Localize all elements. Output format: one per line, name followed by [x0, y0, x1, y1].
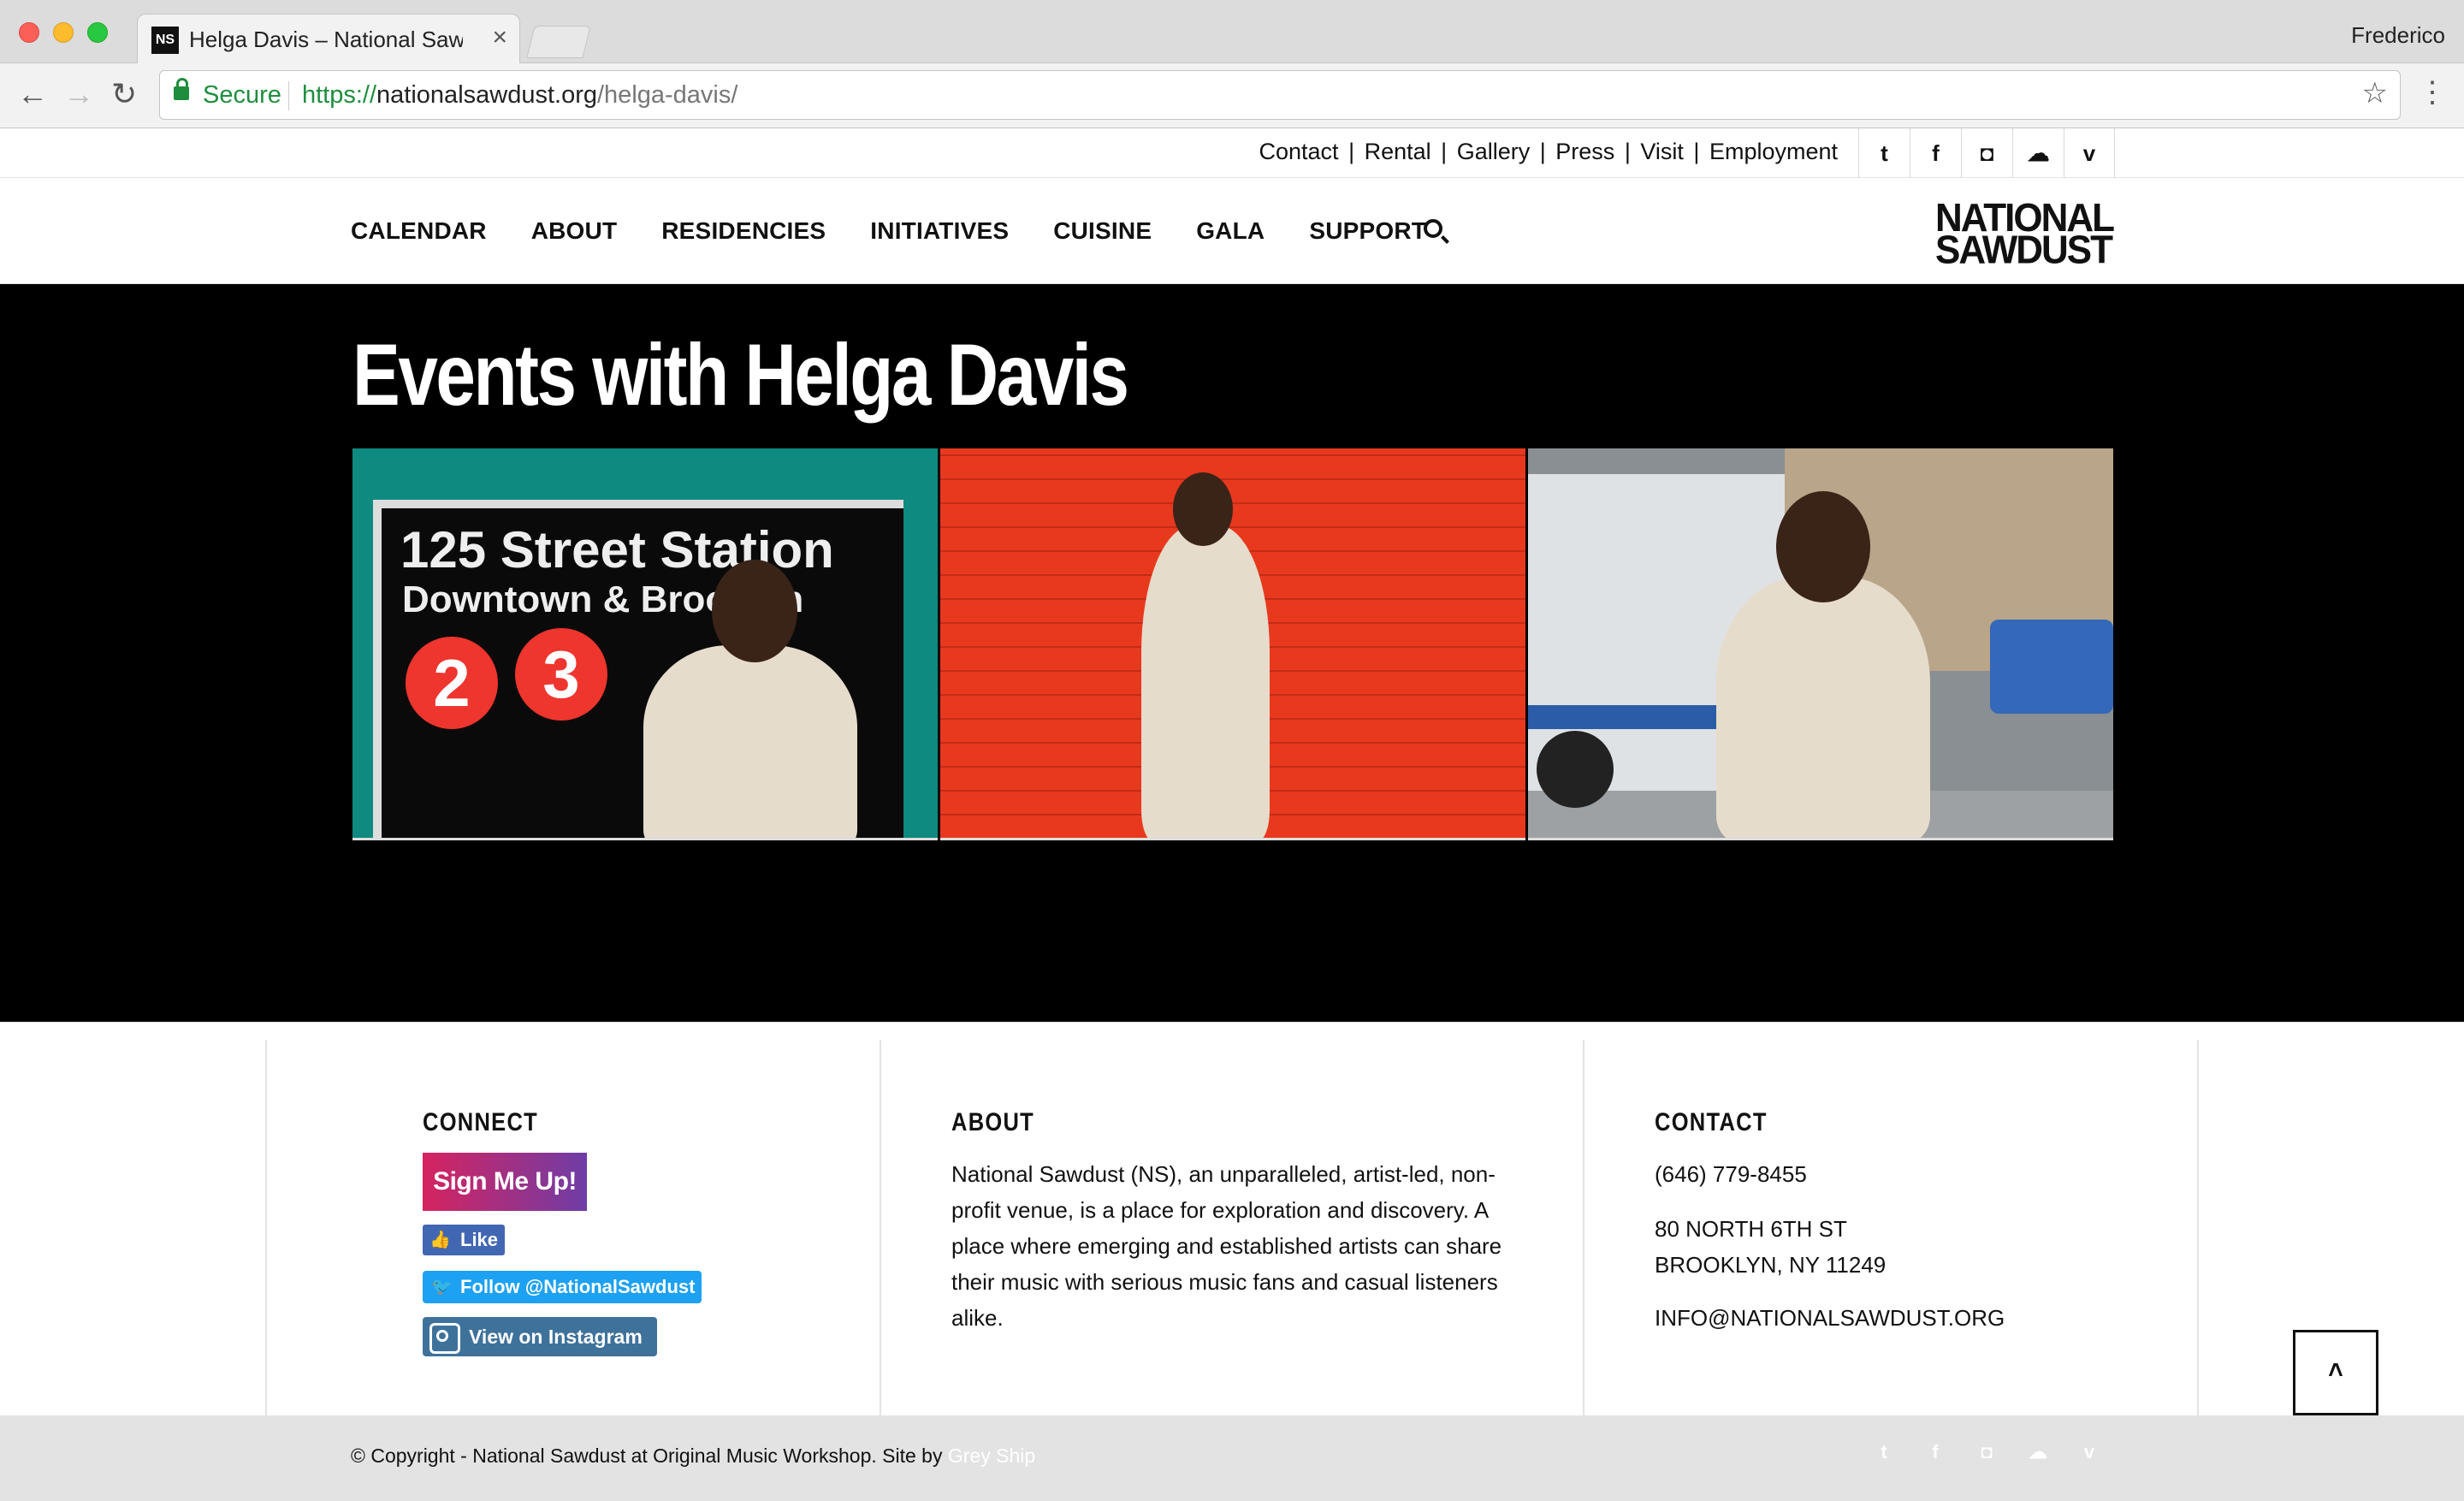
contact-phone[interactable]: (646) 779-8455: [1655, 1156, 1807, 1192]
van: [1990, 620, 2113, 714]
event-photos: 125 Street Station Downtown & Brooklyn 2…: [352, 448, 2116, 840]
nav-item-cuisine[interactable]: CUISINE: [1053, 217, 1152, 245]
nav-item-initiatives[interactable]: INITIATIVES: [870, 217, 1009, 245]
copyright-label: © Copyright - National Sawdust at Origin…: [351, 1445, 943, 1467]
soundcloud-icon[interactable]: ☁: [2012, 128, 2064, 178]
logo-line2: SAWDUST: [1935, 228, 2113, 273]
link-separator: |: [1539, 139, 1546, 164]
connect-heading: CONNECT: [423, 1108, 539, 1136]
maximize-window-button[interactable]: [87, 22, 108, 43]
nav-item-residencies[interactable]: RESIDENCIES: [661, 217, 826, 245]
train-2-badge: 2: [406, 637, 498, 729]
browser-toolbar: ← → ↻ Secure https://nationalsawdust.org…: [0, 63, 2464, 128]
vimeo-icon[interactable]: v: [2064, 1441, 2115, 1463]
about-text: National Sawdust (NS), an unparalleled, …: [951, 1161, 1502, 1331]
twitter-follow-button[interactable]: Follow @NationalSawdust: [423, 1271, 702, 1303]
link-separator: |: [1348, 139, 1355, 164]
person-head: [712, 560, 797, 662]
signup-button[interactable]: Sign Me Up!: [423, 1153, 587, 1211]
link-separator: |: [1693, 139, 1700, 164]
column-divider: [2197, 1040, 2199, 1416]
facebook-icon[interactable]: f: [1910, 128, 1961, 178]
back-arrow-icon[interactable]: ←: [17, 77, 48, 111]
rental-link[interactable]: Rental: [1365, 139, 1431, 164]
event-photo-subway[interactable]: 125 Street Station Downtown & Brooklyn 2…: [352, 448, 938, 840]
instagram-icon[interactable]: ◘: [1961, 1441, 2012, 1463]
close-tab-icon[interactable]: ×: [492, 23, 507, 52]
contact-heading: CONTACT: [1655, 1108, 1768, 1136]
secure-label: Secure: [203, 81, 281, 109]
column-divider: [1583, 1040, 1584, 1416]
site-credit-link[interactable]: Grey Ship: [948, 1445, 1035, 1467]
person-figure: [1141, 525, 1270, 838]
url-host: nationalsawdust.org: [376, 81, 597, 109]
twitter-icon[interactable]: t: [1858, 128, 1910, 178]
gallery-link[interactable]: Gallery: [1457, 139, 1531, 164]
scroll-to-top-button[interactable]: ˄: [2293, 1330, 2378, 1415]
url-protocol: https://: [302, 81, 377, 109]
reload-icon[interactable]: ↻: [111, 77, 137, 111]
about-heading: ABOUT: [951, 1108, 1035, 1136]
contact-address-line1: 80 NORTH 6TH ST: [1655, 1216, 1847, 1242]
url-path: /helga-davis/: [597, 81, 738, 109]
page-title: Events with Helga Davis: [352, 326, 1129, 424]
hero-section: Events with Helga Davis 125 Street Stati…: [0, 284, 2464, 1022]
twitter-icon[interactable]: t: [1858, 1441, 1910, 1463]
browser-tab[interactable]: NS Helga Davis – National Sawdust ×: [137, 14, 520, 65]
train-3-badge: 3: [515, 628, 607, 721]
forward-arrow-icon[interactable]: →: [63, 77, 94, 111]
nav-item-calendar[interactable]: CALENDAR: [351, 217, 487, 245]
event-photo-brick-wall[interactable]: [940, 448, 1525, 840]
vimeo-icon[interactable]: v: [2064, 128, 2115, 178]
facebook-like-button[interactable]: Like: [423, 1225, 505, 1255]
copyright-text: © Copyright - National Sawdust at Origin…: [351, 1445, 1035, 1468]
bookmark-star-icon[interactable]: ☆: [2362, 76, 2388, 110]
utility-bar: Contact | Rental | Gallery | Press | Vis…: [0, 128, 2464, 178]
contact-address-line2: BROOKLYN, NY 11249: [1655, 1252, 1886, 1278]
event-photo-street[interactable]: [1528, 448, 2113, 840]
tab-title: Helga Davis – National Sawdust: [189, 27, 463, 52]
minimize-window-button[interactable]: [53, 22, 74, 43]
search-icon[interactable]: [1424, 219, 1442, 238]
contact-link[interactable]: Contact: [1259, 139, 1339, 164]
social-links-top: t f ◘ ☁ v: [1858, 128, 2115, 178]
nav-item-gala[interactable]: GALA: [1196, 217, 1265, 245]
link-separator: |: [1441, 139, 1448, 164]
employment-link[interactable]: Employment: [1709, 139, 1838, 164]
link-separator: |: [1624, 139, 1631, 164]
facebook-icon[interactable]: f: [1910, 1441, 1961, 1463]
person-figure: [643, 645, 857, 838]
close-window-button[interactable]: [19, 22, 39, 43]
url-divider: [288, 81, 289, 110]
contact-email[interactable]: INFO@NATIONALSAWDUST.ORG: [1655, 1300, 2005, 1336]
press-link[interactable]: Press: [1555, 139, 1614, 164]
browser-titlebar: NS Helga Davis – National Sawdust × Fred…: [0, 0, 2464, 65]
main-navigation: CALENDAR ABOUT RESIDENCIES INITIATIVES C…: [0, 178, 2464, 284]
person-head: [1776, 491, 1870, 602]
utility-links: Contact | Rental | Gallery | Press | Vis…: [1259, 139, 1839, 165]
site-logo[interactable]: NATIONAL SAWDUST: [1935, 198, 2115, 273]
bus-wheel: [1537, 731, 1614, 808]
instagram-icon[interactable]: ◘: [1961, 128, 2012, 178]
soundcloud-icon[interactable]: ☁: [2012, 1441, 2064, 1463]
column-divider: [265, 1040, 267, 1416]
site-favicon-icon: NS: [151, 27, 179, 54]
profile-name[interactable]: Frederico: [2351, 22, 2445, 49]
copyright-bar: © Copyright - National Sawdust at Origin…: [0, 1415, 2464, 1501]
social-links-bottom: t f ◘ ☁ v: [1858, 1441, 2115, 1463]
url-text[interactable]: https://nationalsawdust.org/helga-davis/: [302, 81, 737, 110]
column-divider: [880, 1040, 881, 1416]
lock-icon: [174, 78, 189, 100]
nav-item-support[interactable]: SUPPORT: [1309, 217, 1426, 245]
footer: CONNECT Sign Me Up! Like Follow @Nationa…: [0, 1022, 2464, 1416]
person-head: [1173, 472, 1233, 546]
nav-menu: CALENDAR ABOUT RESIDENCIES INITIATIVES C…: [351, 217, 1471, 245]
instagram-view-button[interactable]: View on Instagram: [423, 1317, 657, 1356]
browser-menu-icon[interactable]: ⋮: [2418, 75, 2447, 110]
person-figure: [1716, 577, 1930, 838]
visit-link[interactable]: Visit: [1640, 139, 1684, 164]
address-bar[interactable]: Secure https://nationalsawdust.org/helga…: [159, 70, 2401, 120]
new-tab-button[interactable]: [526, 26, 591, 58]
nav-item-about[interactable]: ABOUT: [531, 217, 618, 245]
